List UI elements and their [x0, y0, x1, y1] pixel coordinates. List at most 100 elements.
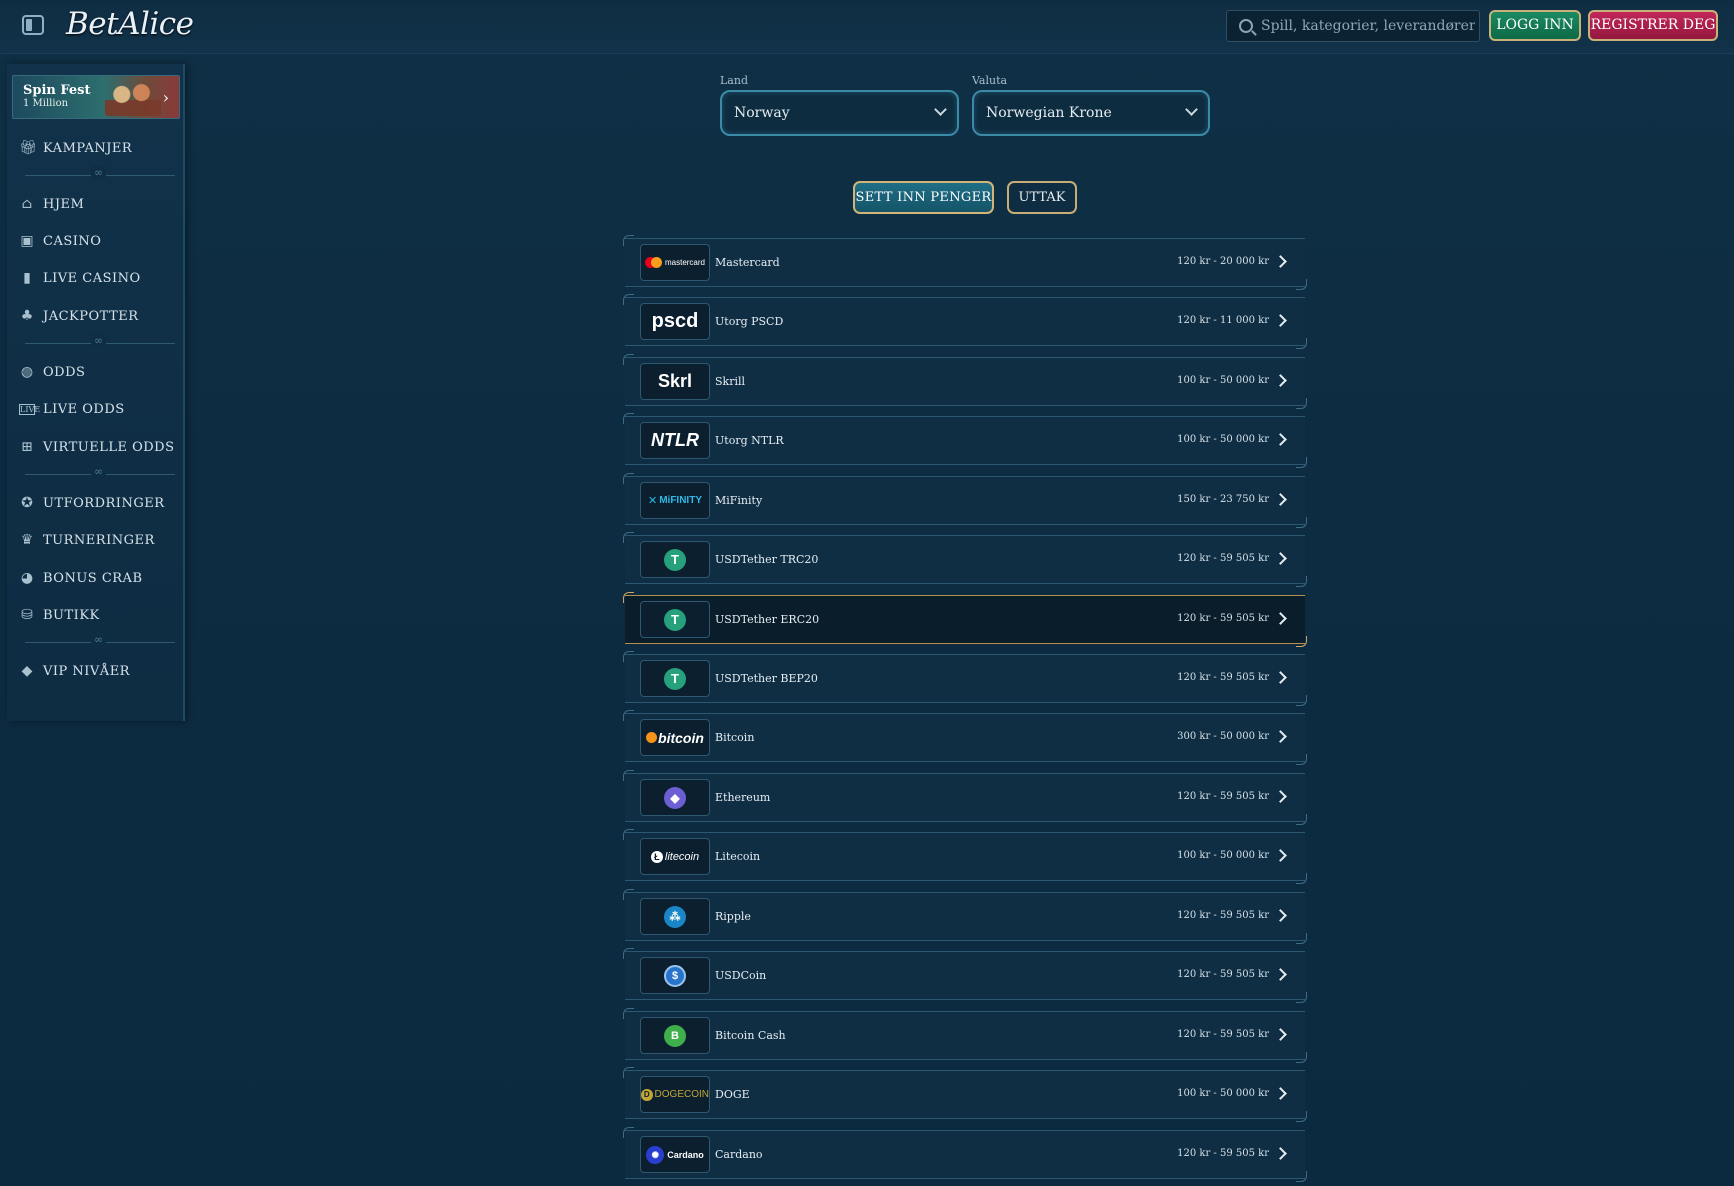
payment-row-ripple[interactable]: ⁂ Ripple 120 kr - 59 505 kr — [623, 889, 1307, 944]
register-button[interactable]: REGISTRER DEG — [1588, 10, 1718, 41]
sidebar-item-label: BONUS CRAB — [43, 570, 143, 586]
home-icon: ⌂ — [21, 196, 33, 212]
payment-row-mastercard[interactable]: mastercard Mastercard 120 kr - 20 000 kr — [623, 235, 1307, 290]
tab-withdraw[interactable]: UTTAK — [1007, 181, 1077, 214]
payment-name: Ripple — [715, 910, 751, 923]
login-button[interactable]: LOGG INN — [1489, 10, 1581, 41]
payment-row-utorg-ntlr[interactable]: NTLR Utorg NTLR 100 kr - 50 000 kr — [623, 413, 1307, 468]
payment-range: 100 kr - 50 000 kr — [1177, 375, 1269, 386]
sidebar-item-odds[interactable]: ◍ ODDS — [19, 361, 179, 383]
currency-select[interactable]: Norwegian Krone — [972, 90, 1210, 136]
dogecoin-logo: D DOGECOIN — [640, 1076, 710, 1113]
tab-deposit[interactable]: SETT INN PENGER — [853, 181, 994, 214]
sidebar-item-casino[interactable]: ▣ CASINO — [19, 230, 179, 252]
divider — [25, 166, 175, 180]
sidebar-toggle-icon[interactable] — [22, 15, 44, 35]
payment-row-bitcoin[interactable]: bitcoin Bitcoin 300 kr - 50 000 kr — [623, 710, 1307, 765]
payment-name: USDTether BEP20 — [715, 672, 818, 685]
slot-machine-icon: ▣ — [20, 233, 34, 249]
sidebar-item-label: CASINO — [43, 233, 102, 249]
promo-banner[interactable]: Spin Fest 1 Million › — [12, 75, 180, 119]
payment-row-utorg-pscd[interactable]: pscd Utorg PSCD 120 kr - 11 000 kr — [623, 294, 1307, 349]
payment-name: Bitcoin Cash — [715, 1029, 786, 1042]
payment-row-usdtether-trc20[interactable]: T USDTether TRC20 120 kr - 59 505 kr — [623, 532, 1307, 587]
payment-range: 120 kr - 20 000 kr — [1177, 256, 1269, 267]
chevron-right-icon — [1274, 671, 1287, 684]
search-icon — [1239, 19, 1253, 33]
payment-range: 120 kr - 59 505 kr — [1177, 791, 1269, 802]
payment-range: 100 kr - 50 000 kr — [1177, 850, 1269, 861]
tether-logo: T — [640, 601, 710, 638]
chevron-right-icon — [1274, 1028, 1287, 1041]
sidebar-item-virtuelle-odds[interactable]: ⊞ VIRTUELLE ODDS — [19, 436, 179, 458]
chevron-right-icon — [1274, 909, 1287, 922]
basket-icon: ⛁ — [21, 607, 33, 623]
payment-name: DOGE — [715, 1088, 750, 1101]
payment-range: 100 kr - 50 000 kr — [1177, 434, 1269, 445]
sidebar-item-live-odds[interactable]: LIVE LIVE ODDS — [19, 398, 179, 420]
payment-row-usdcoin[interactable]: $ USDCoin 120 kr - 59 505 kr — [623, 948, 1307, 1003]
sidebar-item-live-casino[interactable]: ▮ LIVE CASINO — [19, 267, 179, 289]
payment-range: 150 kr - 23 750 kr — [1177, 494, 1269, 505]
sidebar-item-utfordringer[interactable]: ✪ UTFORDRINGER — [19, 492, 179, 514]
pscd-logo: pscd — [640, 303, 710, 340]
payment-row-usdtether-bep20[interactable]: T USDTether BEP20 120 kr - 59 505 kr — [623, 651, 1307, 706]
chevron-right-icon — [1274, 314, 1287, 327]
chevron-right-icon — [1274, 1087, 1287, 1100]
payment-name: USDTether ERC20 — [715, 613, 820, 626]
top-header: BetAlice LOGG INN REGISTRER DEG — [0, 0, 1734, 54]
sidebar-item-hjem[interactable]: ⌂ HJEM — [19, 193, 179, 215]
payment-row-skrill[interactable]: Skrl Skrill 100 kr - 50 000 kr — [623, 354, 1307, 409]
chevron-right-icon — [1274, 1147, 1287, 1160]
sidebar-item-label: KAMPANJER — [43, 140, 133, 156]
sidebar-item-label: UTFORDRINGER — [43, 495, 165, 511]
mastercard-logo: mastercard — [640, 244, 710, 281]
sidebar-item-label: LIVE ODDS — [43, 401, 125, 417]
chevron-right-icon — [1274, 612, 1287, 625]
search-box[interactable] — [1226, 10, 1480, 42]
virtual-icon: ⊞ — [21, 439, 33, 455]
sidebar-item-vip-nivaer[interactable]: ◆ VIP NIVÅER — [19, 660, 179, 682]
payment-range: 120 kr - 59 505 kr — [1177, 910, 1269, 921]
promo-title: Spin Fest — [23, 83, 91, 98]
chevron-right-icon — [1274, 730, 1287, 743]
cardano-logo: ✺ Cardano — [640, 1136, 710, 1173]
payment-range: 120 kr - 59 505 kr — [1177, 613, 1269, 624]
sidebar-item-bonus-crab[interactable]: ◕ BONUS CRAB — [19, 567, 179, 589]
skrill-logo: Skrl — [640, 363, 710, 400]
chevron-right-icon — [1274, 849, 1287, 862]
payment-row-bitcoin-cash[interactable]: B Bitcoin Cash 120 kr - 59 505 kr — [623, 1008, 1307, 1063]
sidebar-item-jackpotter[interactable]: ♣ JACKPOTTER — [19, 305, 179, 327]
promo-illustration — [105, 80, 161, 116]
payment-name: Litecoin — [715, 850, 761, 863]
sidebar-item-turneringer[interactable]: ♛ TURNERINGER — [19, 529, 179, 551]
ntlr-logo: NTLR — [640, 422, 710, 459]
country-value: Norway — [734, 105, 790, 121]
divider — [25, 334, 175, 348]
ethereum-logo: ◆ — [640, 779, 710, 816]
country-select[interactable]: Norway — [720, 90, 959, 136]
payment-row-usdtether-erc20[interactable]: T USDTether ERC20 120 kr - 59 505 kr — [623, 592, 1307, 647]
payment-row-litecoin[interactable]: Ł litecoin Litecoin 100 kr - 50 000 kr — [623, 829, 1307, 884]
sidebar-item-butikk[interactable]: ⛁ BUTIKK — [19, 604, 179, 626]
chevron-right-icon — [1274, 433, 1287, 446]
payment-row-cardano[interactable]: ✺ Cardano Cardano 120 kr - 59 505 kr — [623, 1127, 1307, 1182]
currency-value: Norwegian Krone — [986, 105, 1112, 121]
search-input[interactable] — [1261, 11, 1475, 41]
payment-row-mifinity[interactable]: ✕ MiFINITY MiFinity 150 kr - 23 750 kr — [623, 473, 1307, 528]
live-icon: LIVE — [19, 403, 41, 415]
ripple-logo: ⁂ — [640, 898, 710, 935]
payment-name: Cardano — [715, 1148, 763, 1161]
payment-row-ethereum[interactable]: ◆ Ethereum 120 kr - 59 505 kr — [623, 770, 1307, 825]
sidebar-item-label: JACKPOTTER — [43, 308, 139, 324]
sidebar-item-label: VIRTUELLE ODDS — [43, 439, 175, 455]
payment-row-doge[interactable]: D DOGECOIN DOGE 100 kr - 50 000 kr — [623, 1067, 1307, 1122]
cards-icon: ▮ — [23, 270, 31, 286]
sidebar-item-label: TURNERINGER — [43, 532, 155, 548]
chevron-down-icon — [1185, 103, 1198, 116]
sidebar-item-kampanjer[interactable]: 🎁︎ KAMPANJER — [19, 137, 179, 159]
site-logo[interactable]: BetAlice — [66, 6, 194, 42]
usdc-logo: $ — [640, 957, 710, 994]
chevron-right-icon — [1274, 968, 1287, 981]
sidebar-item-label: ODDS — [43, 364, 86, 380]
